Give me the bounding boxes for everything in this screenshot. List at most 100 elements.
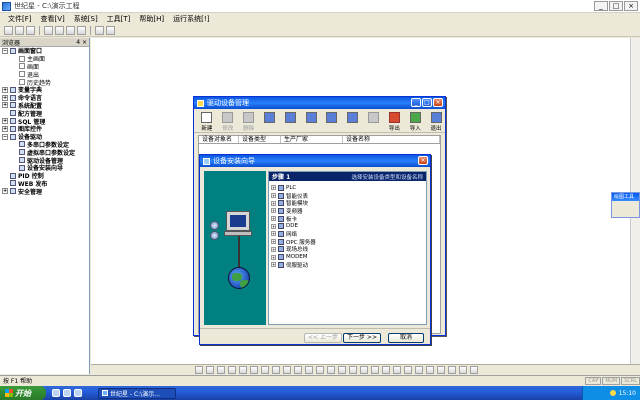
device-manager-titlebar[interactable]: 驱动设备管理 _ □ × (194, 97, 445, 109)
taskbar-item-app[interactable]: 世纪星 - C:\演示... (98, 387, 176, 399)
expand-icon[interactable]: + (271, 216, 276, 222)
explorer-header-buttons[interactable]: 4 × (76, 39, 89, 46)
device-type-item[interactable]: + MODEM (271, 253, 426, 261)
expand-icon[interactable]: + (2, 188, 8, 195)
wizard-next-button[interactable]: 下一步 >> (343, 333, 381, 343)
device-type-item[interactable]: + DDE (271, 222, 426, 230)
expand-icon[interactable]: + (2, 94, 8, 101)
device-type-item[interactable]: + 智能仪表 (271, 192, 426, 200)
paste-icon[interactable] (66, 26, 75, 35)
drawing-tool-icon[interactable] (206, 366, 214, 374)
tree-item[interactable]: 主画面 (0, 55, 89, 63)
wizard-titlebar[interactable]: 设备安装向导 × (200, 155, 430, 167)
save-icon[interactable] (26, 26, 35, 35)
expand-icon[interactable]: + (271, 208, 276, 214)
expand-icon[interactable]: + (271, 193, 276, 199)
delete-icon[interactable] (77, 26, 86, 35)
redo-icon[interactable] (106, 26, 115, 35)
menu-tools[interactable]: 工具[T] (107, 14, 131, 24)
drawing-tool-icon[interactable] (294, 366, 302, 374)
floating-drawing-toolbar[interactable]: 绘图工具 (611, 192, 640, 218)
wizard-cancel-button[interactable]: 取消 (388, 333, 424, 343)
start-button[interactable]: 开始 (0, 386, 46, 400)
device-type-item[interactable]: + 智能模块 (271, 199, 426, 207)
drawing-tool-icon[interactable] (272, 366, 280, 374)
expand-icon[interactable]: + (2, 102, 8, 109)
menu-file[interactable]: 文件[F] (8, 14, 32, 24)
close-button[interactable]: × (624, 1, 638, 11)
device-tool-button[interactable]: 删除 (240, 112, 258, 132)
drawing-tool-icon[interactable] (195, 366, 203, 374)
device-tool-button[interactable]: 导出 (385, 112, 403, 132)
drawing-tool-icon[interactable] (382, 366, 390, 374)
collapse-icon[interactable]: − (2, 133, 8, 140)
expand-icon[interactable]: + (271, 262, 276, 268)
tree-item[interactable]: + 变量字典 (0, 86, 89, 94)
device-tool-button[interactable] (260, 112, 278, 124)
device-tool-button[interactable] (365, 112, 383, 124)
device-type-item[interactable]: + 变频器 (271, 207, 426, 215)
drawing-tool-icon[interactable] (327, 366, 335, 374)
wizard-back-button[interactable]: << 上一步 (304, 333, 342, 343)
drawing-tool-icon[interactable] (437, 366, 445, 374)
media-icon[interactable] (74, 389, 82, 397)
device-tool-button[interactable] (323, 112, 341, 124)
expand-icon[interactable]: + (271, 254, 276, 260)
device-tool-button[interactable]: 退出 (427, 112, 445, 132)
device-tool-button[interactable] (281, 112, 299, 124)
expand-icon[interactable]: + (271, 231, 276, 237)
drawing-tool-icon[interactable] (404, 366, 412, 374)
column-header-name[interactable]: 设备名称 (343, 136, 440, 143)
drawing-tool-icon[interactable] (316, 366, 324, 374)
maximize-button[interactable]: □ (609, 1, 623, 11)
tree-item[interactable]: + 安全管理 (0, 187, 89, 196)
device-type-item[interactable]: + PLC (271, 184, 426, 192)
tree-item[interactable]: + 系统配置 (0, 102, 89, 110)
undo-icon[interactable] (95, 26, 104, 35)
expand-icon[interactable]: + (271, 246, 276, 252)
expand-icon[interactable]: + (2, 86, 8, 93)
device-tool-button[interactable]: 修改 (219, 112, 237, 132)
device-tool-button[interactable]: 导入 (406, 112, 424, 132)
tree-item[interactable]: 画面 (0, 63, 89, 71)
tree-item[interactable]: WEB 发布 (0, 180, 89, 188)
menu-view[interactable]: 查看[V] (41, 14, 65, 24)
drawing-tool-icon[interactable] (415, 366, 423, 374)
expand-icon[interactable]: + (271, 200, 276, 206)
tree-item[interactable]: 设备安装向导 (0, 164, 89, 172)
expand-icon[interactable]: + (2, 125, 8, 132)
column-header-type[interactable]: 设备类型 (239, 136, 281, 143)
browser-icon[interactable] (52, 389, 60, 397)
new-icon[interactable] (4, 26, 13, 35)
drawing-tool-icon[interactable] (228, 366, 236, 374)
expand-icon[interactable]: + (271, 223, 276, 229)
menu-help[interactable]: 帮助[H] (139, 14, 164, 24)
tree-item[interactable]: + 命令语言 (0, 94, 89, 102)
drawing-tool-icon[interactable] (393, 366, 401, 374)
drawing-tool-icon[interactable] (459, 366, 467, 374)
expand-icon[interactable]: + (271, 185, 276, 191)
device-type-item[interactable]: + 现场总线 (271, 246, 426, 253)
wizard-close-button[interactable]: × (418, 156, 428, 165)
drawing-tool-icon[interactable] (426, 366, 434, 374)
expand-icon[interactable]: + (271, 239, 276, 245)
expand-icon[interactable]: + (2, 118, 8, 125)
tree-item[interactable]: 历史趋势 (0, 78, 89, 87)
tree-item[interactable]: + 图库控件 (0, 125, 89, 133)
device-manager-close-button[interactable]: × (433, 98, 443, 107)
drawing-tool-icon[interactable] (217, 366, 225, 374)
device-type-item[interactable]: + 网络 (271, 230, 426, 238)
open-icon[interactable] (15, 26, 24, 35)
drawing-tool-icon[interactable] (250, 366, 258, 374)
drawing-tool-icon[interactable] (283, 366, 291, 374)
drawing-tool-icon[interactable] (305, 366, 313, 374)
device-type-item[interactable]: + 板卡 (271, 215, 426, 223)
drawing-tool-icon[interactable] (470, 366, 478, 374)
device-tool-button[interactable] (344, 112, 362, 124)
device-type-item[interactable]: + OPC 服务器 (271, 238, 426, 246)
device-tool-button[interactable]: 新建 (198, 112, 216, 132)
drawing-tool-icon[interactable] (448, 366, 456, 374)
device-manager-minimize-button[interactable]: _ (411, 98, 421, 107)
column-header-vendor[interactable]: 生产厂家 (281, 136, 343, 143)
drawing-tool-icon[interactable] (349, 366, 357, 374)
